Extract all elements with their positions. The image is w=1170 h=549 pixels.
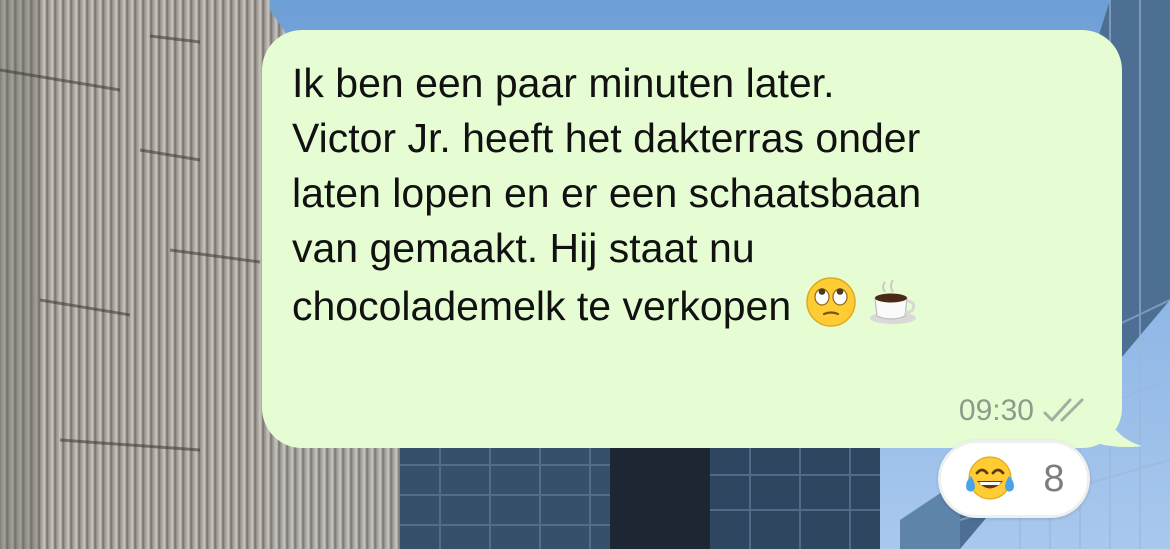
face-with-rolling-eyes-icon	[805, 276, 857, 328]
reaction-count: 8	[1043, 457, 1065, 500]
hot-beverage-icon	[867, 276, 919, 328]
message-timestamp: 09:30	[958, 394, 1034, 427]
message-emojis	[805, 276, 919, 328]
message-text: Ik ben een paar minuten later. Victor Jr…	[292, 56, 1104, 334]
face-with-tears-of-joy-icon	[963, 452, 1017, 506]
reaction-badge[interactable]: 8	[938, 440, 1090, 518]
chat-screen: Ik ben een paar minuten later. Victor Jr…	[0, 0, 1170, 549]
double-check-icon	[1042, 397, 1092, 425]
outgoing-message-bubble[interactable]: Ik ben een paar minuten later. Victor Jr…	[262, 30, 1122, 448]
background-building-center	[400, 445, 880, 549]
message-meta: 09:30	[959, 394, 1092, 428]
